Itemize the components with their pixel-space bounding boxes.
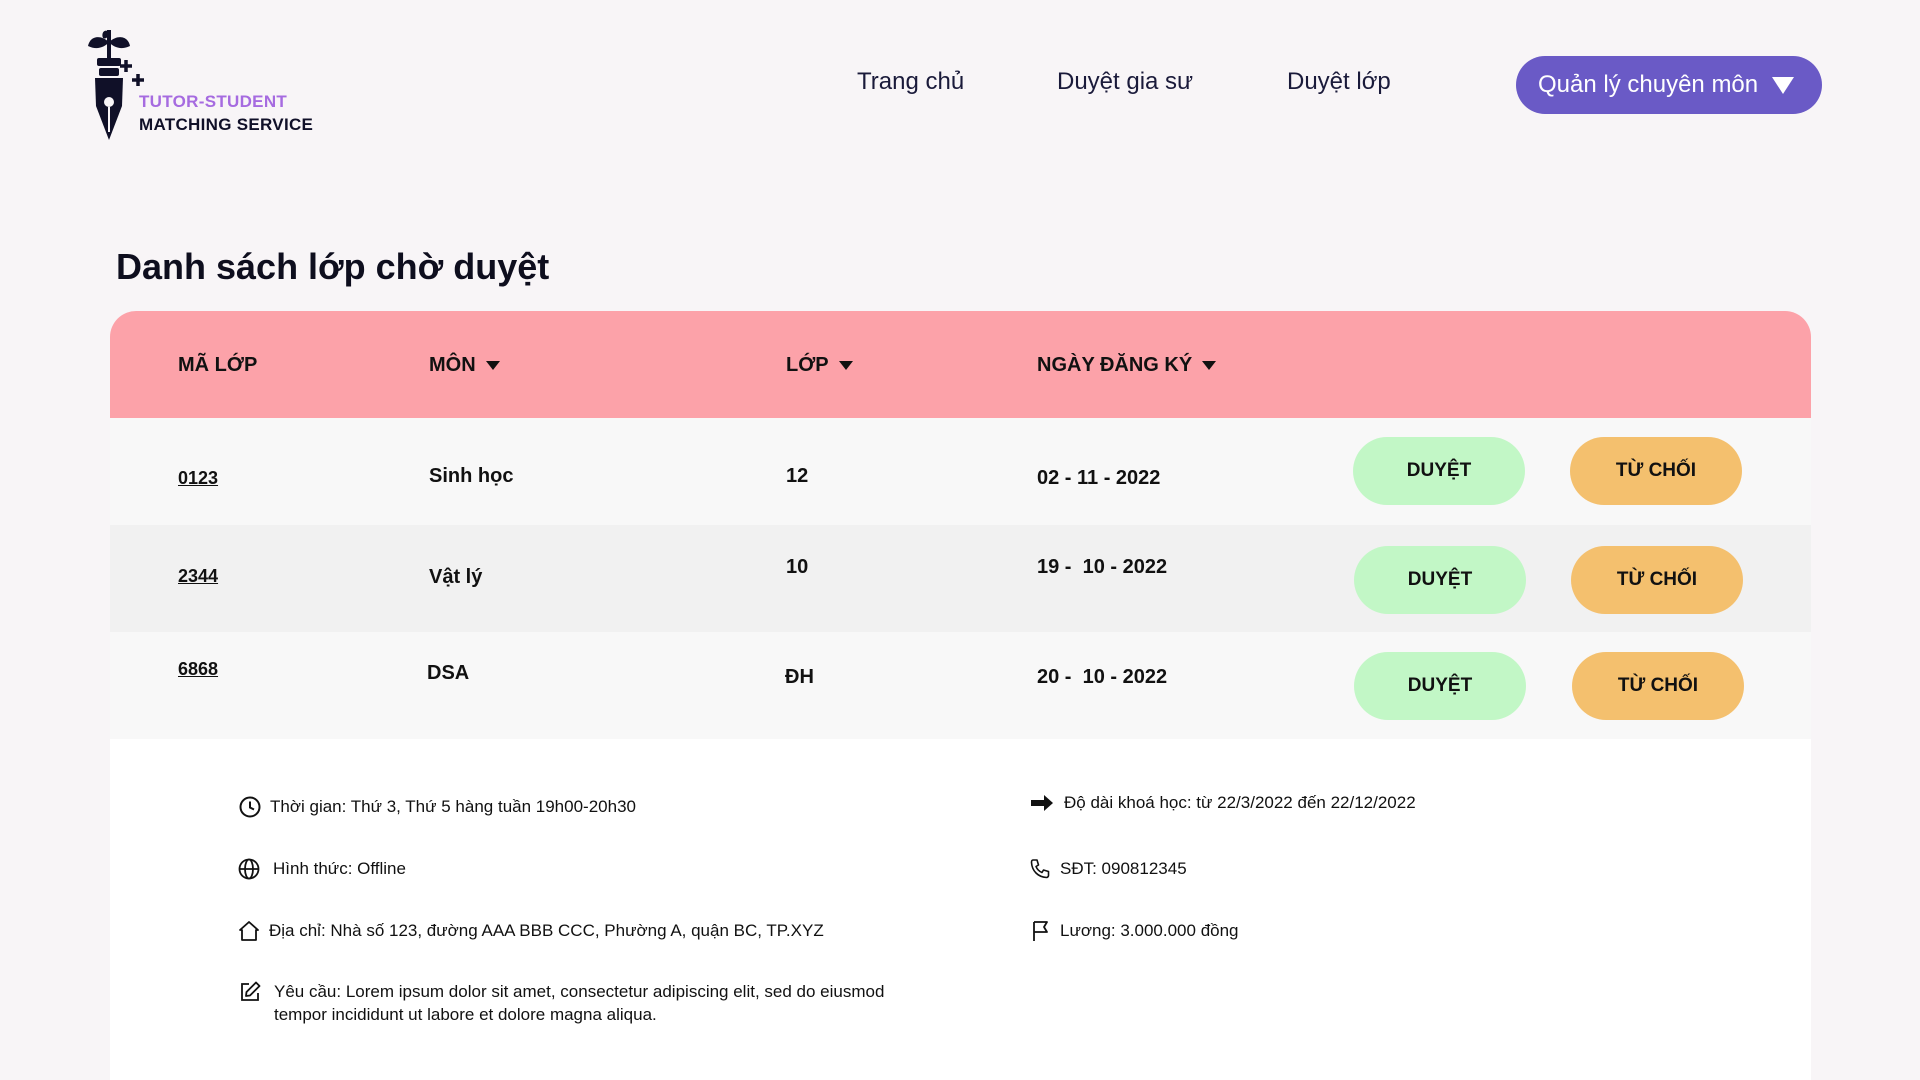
reject-button[interactable]: TỪ CHỐI: [1570, 437, 1742, 505]
detail-phone: SĐT: 090812345: [1028, 857, 1187, 881]
manage-subjects-dropdown[interactable]: Quản lý chuyên môn: [1516, 56, 1822, 114]
detail-format-text: Hình thức: Offline: [273, 859, 406, 878]
detail-duration-text: Độ dài khoá học: từ 22/3/2022 đến 22/12/…: [1064, 793, 1416, 812]
flag-icon: [1033, 921, 1048, 941]
approve-button[interactable]: DUYỆT: [1354, 546, 1526, 614]
header-date-label: NGÀY ĐĂNG KÝ: [1037, 354, 1193, 376]
grade-cell: ĐH: [785, 666, 814, 688]
globe-icon: [238, 858, 260, 880]
phone-icon: [1030, 859, 1050, 879]
date-cell: 02 - 11 - 2022: [1037, 467, 1161, 489]
detail-requirement: Yêu cầu: Lorem ipsum dolor sit amet, con…: [238, 980, 928, 1026]
caret-down-icon: [838, 361, 853, 370]
table-header: MÃ LỚP MÔN LỚP NGÀY ĐĂNG KÝ: [110, 311, 1811, 418]
detail-salary: Lương: 3.000.000 đồng: [1028, 919, 1239, 943]
header-subject-sort[interactable]: MÔN: [429, 354, 500, 377]
brand-logo[interactable]: TUTOR-STUDENT MATCHING SERVICE: [86, 28, 346, 146]
approve-button[interactable]: DUYỆT: [1354, 652, 1526, 720]
table-row[interactable]: 6868 DSA ĐH 20 - 10 - 2022 DUYỆT TỪ CHỐI: [110, 632, 1811, 739]
pending-classes-table: MÃ LỚP MÔN LỚP NGÀY ĐĂNG KÝ 0123 Sinh họ…: [110, 311, 1811, 1080]
table-row[interactable]: 0123 Sinh học 12 02 - 11 - 2022 DUYỆT TỪ…: [110, 418, 1811, 525]
fountain-pen-plant-icon: [88, 30, 144, 140]
header-class-code-label: MÃ LỚP: [178, 354, 258, 376]
header-subject-label: MÔN: [429, 354, 476, 376]
class-code-link[interactable]: 2344: [178, 566, 218, 587]
brand-line-1: TUTOR-STUDENT: [139, 92, 288, 111]
reject-button[interactable]: TỪ CHỐI: [1572, 652, 1744, 720]
detail-time: Thời gian: Thứ 3, Thứ 5 hàng tuần 19h00-…: [238, 795, 636, 819]
brand-line-2: MATCHING SERVICE: [139, 115, 314, 134]
grade-cell: 12: [786, 465, 809, 487]
detail-duration: Độ dài khoá học: từ 22/3/2022 đến 22/12/…: [1028, 791, 1416, 815]
caret-down-icon: [485, 361, 500, 370]
nav-review-classes[interactable]: Duyệt lớp: [1287, 68, 1391, 96]
manage-subjects-label: Quản lý chuyên môn: [1538, 71, 1759, 98]
subject-cell: DSA: [427, 662, 470, 684]
detail-time-text: Thời gian: Thứ 3, Thứ 5 hàng tuần 19h00-…: [270, 797, 636, 816]
subject-cell: Sinh học: [429, 465, 514, 487]
class-code-link[interactable]: 6868: [178, 659, 218, 680]
header-grade-label: LỚP: [786, 354, 829, 376]
grade-cell: 10: [786, 556, 809, 578]
caret-down-icon: [1202, 361, 1217, 370]
clock-icon: [239, 796, 261, 818]
approve-button[interactable]: DUYỆT: [1353, 437, 1525, 505]
nav-review-tutors[interactable]: Duyệt gia sư: [1057, 68, 1193, 96]
arrow-right-icon: [1031, 795, 1053, 811]
detail-format: Hình thức: Offline: [237, 857, 406, 881]
detail-address: Địa chỉ: Nhà số 123, đường AAA BBB CCC, …: [237, 919, 824, 943]
header-date-sort[interactable]: NGÀY ĐĂNG KÝ: [1037, 354, 1217, 377]
detail-phone-text: SĐT: 090812345: [1060, 859, 1187, 878]
header-grade-sort[interactable]: LỚP: [786, 354, 853, 377]
date-cell: 19 - 10 - 2022: [1037, 556, 1168, 578]
class-code-link[interactable]: 0123: [178, 468, 218, 489]
header-class-code: MÃ LỚP: [178, 354, 257, 377]
reject-button[interactable]: TỪ CHỐI: [1571, 546, 1743, 614]
detail-requirement-text: Yêu cầu: Lorem ipsum dolor sit amet, con…: [274, 982, 885, 1024]
edit-icon: [241, 981, 261, 1001]
date-cell: 20 - 10 - 2022: [1037, 666, 1168, 688]
nav-home[interactable]: Trang chủ: [857, 68, 964, 96]
detail-address-text: Địa chỉ: Nhà số 123, đường AAA BBB CCC, …: [269, 921, 824, 940]
page-title: Danh sách lớp chờ duyệt: [116, 246, 550, 287]
triangle-down-icon: [1772, 76, 1795, 94]
home-icon: [239, 921, 259, 941]
detail-salary-text: Lương: 3.000.000 đồng: [1060, 921, 1239, 940]
table-row[interactable]: 2344 Vật lý 10 19 - 10 - 2022 DUYỆT TỪ C…: [110, 525, 1811, 632]
subject-cell: Vật lý: [429, 566, 483, 588]
